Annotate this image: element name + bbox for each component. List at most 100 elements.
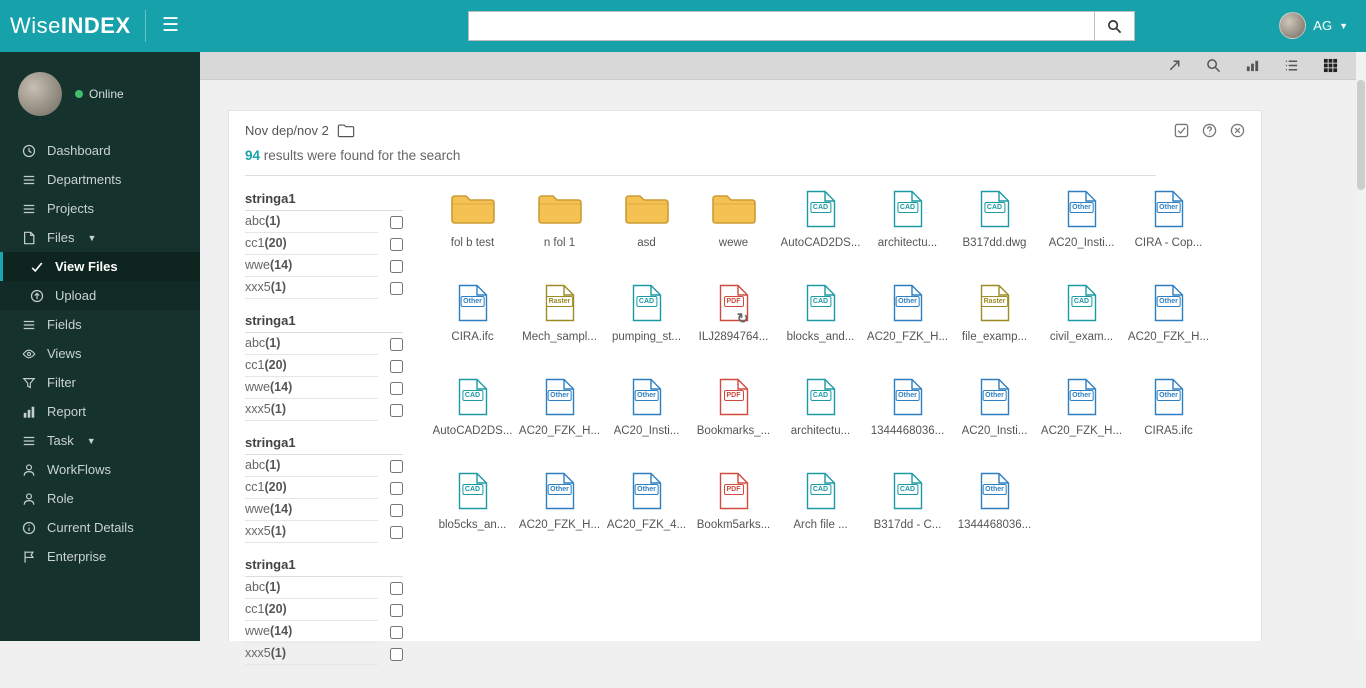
sidebar-item-views[interactable]: Views (0, 339, 200, 368)
filter-checkbox[interactable] (390, 403, 403, 417)
filter-checkbox[interactable] (390, 503, 403, 517)
sidebar-item-projects[interactable]: Projects (0, 194, 200, 223)
file-type-icon: Raster (980, 282, 1010, 322)
select-check-icon[interactable] (1174, 123, 1189, 138)
page-scrollbar[interactable] (1356, 52, 1366, 641)
file-type-badge: CAD (809, 296, 832, 307)
sidebar-item-upload[interactable]: Upload (0, 281, 200, 310)
filter-checkbox[interactable] (390, 647, 403, 661)
filter-checkbox[interactable] (390, 259, 403, 273)
file-item[interactable]: CAD B317dd - C... (864, 470, 951, 531)
file-item[interactable]: Other CIRA.ifc (429, 282, 516, 343)
search-input[interactable] (468, 11, 1095, 41)
grid-view-icon[interactable] (1323, 58, 1338, 73)
file-item[interactable]: Raster file_examp... (951, 282, 1038, 343)
caret-down-icon: ▼ (86, 435, 96, 446)
file-item[interactable]: Other AC20_FZK_H... (1125, 282, 1212, 343)
sidebar-item-files[interactable]: Files ▼ (0, 223, 200, 252)
file-item[interactable]: CAD Arch file ... (777, 470, 864, 531)
sidebar-item-departments[interactable]: Departments (0, 165, 200, 194)
filter-checkbox[interactable] (390, 237, 403, 251)
filter-checkbox[interactable] (390, 581, 403, 595)
user-menu[interactable]: AG ▼ (1279, 12, 1348, 39)
file-item[interactable]: PDF Bookm5arks... (690, 470, 777, 531)
sidebar-item-enterprise[interactable]: Enterprise (0, 542, 200, 571)
filter-checkbox[interactable] (390, 525, 403, 539)
sidebar-item-task[interactable]: Task ▼ (0, 426, 200, 455)
filter-checkbox[interactable] (390, 281, 403, 295)
file-item[interactable]: PDF Bookmarks_... (690, 376, 777, 437)
folder-add-icon[interactable] (337, 123, 355, 138)
file-item[interactable]: Other AC20_FZK_H... (1038, 376, 1125, 437)
folder-item[interactable]: asd (603, 188, 690, 249)
file-grid-area: fol b test n fol 1 asd wewe CAD AutoCAD2DS...… (429, 188, 1245, 676)
profile-avatar[interactable] (18, 72, 62, 116)
file-item[interactable]: Other AC20_Insti... (1038, 188, 1125, 249)
filter-checkbox[interactable] (390, 359, 403, 373)
hamburger-icon[interactable]: ☰ (162, 14, 179, 37)
file-item[interactable]: Other CIRA - Cop... (1125, 188, 1212, 249)
sidebar-menu: Dashboard Departments Projects Files ▼ Vi… (0, 136, 200, 571)
sidebar-item-current-details[interactable]: Current Details (0, 513, 200, 542)
card-header-icons (1174, 123, 1245, 138)
sidebar-item-view-files[interactable]: View Files (0, 252, 200, 281)
file-item[interactable]: CAD pumping_st... (603, 282, 690, 343)
file-item[interactable]: Other 1344468036... (951, 470, 1038, 531)
top-bar: WiseINDEX ☰ AG ▼ (0, 0, 1366, 52)
search-icon[interactable] (1206, 58, 1221, 73)
file-type-badge: CAD (809, 202, 832, 213)
filter-checkbox[interactable] (390, 481, 403, 495)
file-item[interactable]: CAD blocks_and... (777, 282, 864, 343)
filter-checkbox[interactable] (390, 337, 403, 351)
file-type-icon: Other (893, 376, 923, 416)
file-item[interactable]: CAD architectu... (777, 376, 864, 437)
filter-option: cc1(20) (245, 477, 403, 499)
list-view-icon[interactable] (1284, 58, 1299, 73)
filter-checkbox[interactable] (390, 215, 403, 229)
sidebar-item-fields[interactable]: Fields (0, 310, 200, 339)
file-icon (24, 231, 35, 244)
filter-option: wwe(14) (245, 377, 403, 399)
file-item[interactable]: Other CIRA5.ifc (1125, 376, 1212, 437)
expand-icon[interactable] (1167, 58, 1182, 73)
folder-item[interactable]: wewe (690, 188, 777, 249)
file-item[interactable]: CAD architectu... (864, 188, 951, 249)
file-name: AC20_FZK_H... (518, 425, 601, 437)
sidebar-item-role[interactable]: Role (0, 484, 200, 513)
file-item[interactable]: Other AC20_FZK_4... (603, 470, 690, 531)
file-item[interactable]: Other AC20_FZK_H... (516, 470, 603, 531)
close-icon[interactable] (1230, 123, 1245, 138)
file-item[interactable]: CAD AutoCAD2DS... (429, 376, 516, 437)
file-item[interactable]: CAD AutoCAD2DS... (777, 188, 864, 249)
filter-group: stringa1 abc(1) cc1(20) wwe(14) xxx5(1) (245, 432, 403, 543)
file-item[interactable]: CAD civil_exam... (1038, 282, 1125, 343)
file-item[interactable]: Other AC20_FZK_H... (864, 282, 951, 343)
file-item[interactable]: CAD B317dd.dwg (951, 188, 1038, 249)
file-item[interactable]: Raster Mech_sampl... (516, 282, 603, 343)
search-button[interactable] (1095, 11, 1135, 41)
scrollbar-thumb[interactable] (1357, 80, 1365, 190)
file-name: AC20_FZK_H... (866, 331, 949, 343)
file-type-badge: Raster (545, 296, 574, 307)
help-icon[interactable] (1202, 123, 1217, 138)
file-item[interactable]: PDF ↻ ILJ2894764... (690, 282, 777, 343)
file-item[interactable]: CAD blo5cks_an... (429, 470, 516, 531)
filter-checkbox[interactable] (390, 459, 403, 473)
file-item[interactable]: Other AC20_Insti... (603, 376, 690, 437)
sidebar-item-dashboard[interactable]: Dashboard (0, 136, 200, 165)
file-item[interactable]: Other AC20_FZK_H... (516, 376, 603, 437)
filter-checkbox[interactable] (390, 603, 403, 617)
sidebar-item-filter[interactable]: Filter (0, 368, 200, 397)
file-item[interactable]: Other AC20_Insti... (951, 376, 1038, 437)
filter-checkbox[interactable] (390, 381, 403, 395)
files-submenu: View Files Upload (0, 252, 200, 310)
sidebar-item-workflows[interactable]: WorkFlows (0, 455, 200, 484)
sidebar-item-report[interactable]: Report (0, 397, 200, 426)
file-item[interactable]: Other 1344468036... (864, 376, 951, 437)
file-type-icon: CAD (806, 188, 836, 228)
filter-checkbox[interactable] (390, 625, 403, 639)
chart-icon[interactable] (1245, 58, 1260, 73)
filter-option-label: cc1(20) (245, 477, 378, 499)
folder-item[interactable]: n fol 1 (516, 188, 603, 249)
folder-item[interactable]: fol b test (429, 188, 516, 249)
